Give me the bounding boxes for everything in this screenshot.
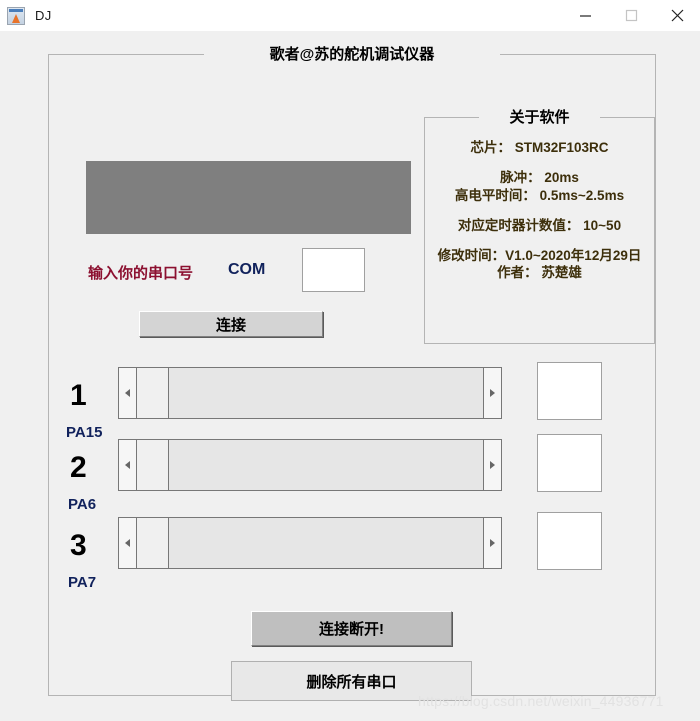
slider-left-arrow-icon-3[interactable] (119, 518, 136, 568)
matlab-icon (7, 6, 25, 25)
about-chip: 芯片： STM32F103RC (470, 140, 609, 155)
slider-thumb-1[interactable] (137, 368, 169, 418)
about-panel-body: 芯片： STM32F103RC 脉冲： 20ms 高电平时间： 0.5ms~2.… (425, 139, 654, 282)
com-label: COM (228, 261, 266, 278)
slider-thumb-2[interactable] (137, 440, 169, 490)
client-area: 歌者@苏的舵机调试仪器 输入你的串口号 COM 连接 关于软件 芯片： STM3… (0, 31, 700, 721)
window-titlebar: DJ (0, 0, 700, 31)
slider-left-arrow-icon-2[interactable] (119, 440, 136, 490)
window-controls (562, 0, 700, 31)
channel-slider-2[interactable] (118, 439, 502, 491)
connect-button[interactable]: 连接 (139, 311, 323, 337)
maximize-icon[interactable] (608, 0, 654, 31)
about-timer-count: 对应定时器计数值： 10~50 (457, 217, 622, 233)
page-title: 歌者@苏的舵机调试仪器 (259, 43, 445, 64)
slider-right-arrow-icon-1[interactable] (484, 368, 501, 418)
about-border-left (425, 117, 479, 118)
minimize-icon[interactable] (562, 0, 608, 31)
channel-pin-3: PA7 (68, 574, 97, 591)
com-input[interactable] (302, 248, 365, 292)
about-panel-title: 关于软件 (501, 106, 578, 127)
about-pulse: 脉冲： 20ms (500, 170, 579, 186)
window-title: DJ (35, 8, 52, 23)
about-modified: 修改时间：V1.0~2020年12月29日 (437, 248, 642, 264)
slider-thumb-3[interactable] (137, 518, 169, 568)
display-axes (86, 161, 411, 234)
watermark: https://blog.csdn.net/weixin_44936771 (418, 693, 664, 709)
channel-slider-3[interactable] (118, 517, 502, 569)
slider-left-arrow-icon-1[interactable] (119, 368, 136, 418)
channel-number-2: 2 (70, 451, 87, 484)
panel-border-left (49, 54, 204, 55)
channel-value-box-2[interactable] (537, 434, 602, 492)
channel-pin-2: PA6 (68, 496, 97, 513)
disconnect-button[interactable]: 连接断开! (251, 611, 452, 646)
slider-right-arrow-icon-3[interactable] (484, 518, 501, 568)
channel-value-box-1[interactable] (537, 362, 602, 420)
channel-pin-1: PA15 (66, 424, 103, 441)
channel-value-box-3[interactable] (537, 512, 602, 570)
serial-prompt-label: 输入你的串口号 (88, 265, 194, 282)
channel-slider-1[interactable] (118, 367, 502, 419)
about-high-level: 高电平时间： 0.5ms~2.5ms (454, 187, 625, 203)
channel-number-1: 1 (70, 379, 87, 412)
slider-track-3[interactable] (136, 518, 484, 568)
about-panel: 关于软件 芯片： STM32F103RC 脉冲： 20ms 高电平时间： 0.5… (424, 106, 655, 344)
about-border-right (600, 117, 654, 118)
slider-track-2[interactable] (136, 440, 484, 490)
slider-track-1[interactable] (136, 368, 484, 418)
about-author: 作者： 苏楚雄 (497, 265, 582, 281)
slider-right-arrow-icon-2[interactable] (484, 440, 501, 490)
channel-number-3: 3 (70, 529, 87, 562)
panel-border-right (500, 54, 655, 55)
close-icon[interactable] (654, 0, 700, 31)
